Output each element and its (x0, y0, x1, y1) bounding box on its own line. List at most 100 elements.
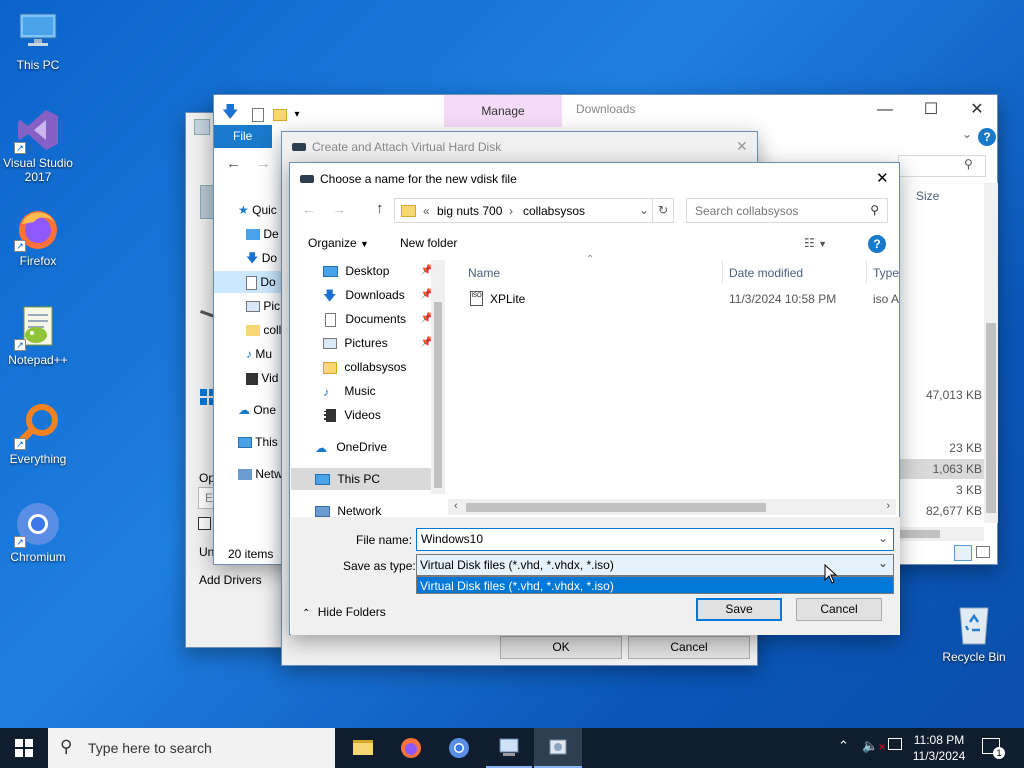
expand-ribbon-icon[interactable]: ⌄ (962, 127, 972, 141)
save-as-type-chevron-icon[interactable]: ⌄ (878, 556, 888, 570)
back-button[interactable]: ← (226, 155, 241, 172)
desktop-icon-chromium[interactable]: ↗ Chromium (0, 500, 76, 564)
customize-toolbar-icon[interactable]: ▾ (294, 109, 299, 120)
manage-tab[interactable]: Manage (444, 95, 562, 127)
show-hidden-icons[interactable]: ⌃ (838, 738, 849, 754)
taskbar-disk-management[interactable] (486, 728, 532, 768)
column-header-date[interactable]: Date modified (729, 266, 803, 280)
attach-dialog-close-icon[interactable]: ✕ (736, 138, 748, 155)
save-dialog-title: Choose a name for the new vdisk file (320, 172, 517, 186)
volume-muted-icon[interactable]: 🔈✕ (862, 738, 886, 754)
maximize-button[interactable]: ☐ (908, 95, 954, 125)
address-bar[interactable]: « big nuts 700 › collabsysos ⌄ (394, 198, 674, 223)
action-center-button[interactable]: 1 (982, 738, 1005, 759)
column-header-name[interactable]: Name (468, 266, 500, 280)
checkbox-properties-icon[interactable] (251, 107, 264, 122)
nav-item-this-pc[interactable]: This PC (291, 468, 431, 490)
column-header-type[interactable]: Type (873, 266, 899, 280)
down-arrow-icon[interactable]: 🡇 (222, 101, 238, 128)
nav-item-videos[interactable]: Videos (323, 404, 381, 426)
explorer-horizontal-scrollbar[interactable] (900, 527, 984, 541)
hide-folders-button[interactable]: ⌃ Hide Folders (302, 605, 386, 619)
nav-pane-scrollbar[interactable] (431, 260, 445, 494)
forward-button[interactable]: → (256, 155, 271, 172)
explorer-vertical-scrollbar[interactable] (984, 183, 998, 523)
desktop-icon-recycle-bin[interactable]: Recycle Bin (936, 600, 1012, 664)
file-list: ⌃ Name Date modified Type ISO XPLite 11/… (448, 254, 900, 515)
file-name-dropdown-icon[interactable]: ⌄ (878, 531, 888, 545)
nav-quick-access[interactable]: ★ Quic (238, 199, 277, 221)
nav-item-pictures[interactable]: Pictures 📌 (323, 332, 433, 354)
save-as-type-select[interactable]: Virtual Disk files (*.vhd, *.vhdx, *.iso… (416, 554, 894, 576)
search-input[interactable]: Search collabsysos ⚲ (686, 198, 888, 223)
organize-button[interactable]: Organize ▼ (308, 236, 369, 250)
forward-button[interactable]: → (332, 201, 346, 217)
nav-collabsysos[interactable]: coll (246, 319, 281, 341)
file-list-horizontal-scrollbar[interactable]: ‹ › (448, 499, 896, 515)
close-button[interactable]: ✕ (954, 95, 1000, 125)
clock-time: 11:08 PM (913, 733, 965, 747)
desktop-icon-label: Recycle Bin (942, 650, 1006, 664)
nav-item-music[interactable]: ♪ Music (323, 380, 376, 402)
shortcut-arrow-icon: ↗ (14, 339, 26, 351)
nav-music[interactable]: ♪ Mu (246, 343, 272, 365)
attach-ok-button[interactable]: OK (500, 636, 622, 659)
attach-dialog-title: Create and Attach Virtual Hard Disk (312, 140, 502, 154)
network-status-icon[interactable] (888, 738, 902, 750)
taskbar-chromium[interactable] (436, 728, 482, 768)
nav-pictures[interactable]: Pic (246, 295, 280, 317)
minimize-button[interactable]: — (862, 95, 908, 125)
nav-item-desktop[interactable]: Desktop 📌 (323, 260, 433, 282)
up-button[interactable]: ↑ (376, 200, 384, 217)
behind-dialog-checkbox[interactable] (198, 517, 211, 530)
desktop-icon-this-pc[interactable]: This PC (0, 8, 76, 72)
view-options-icon[interactable]: ☷ ▼ (804, 236, 827, 250)
folder-icon[interactable] (273, 108, 288, 121)
breadcrumb-overflow[interactable]: « (423, 204, 430, 218)
file-row[interactable]: ISO XPLite 11/3/2024 10:58 PM iso A (462, 288, 900, 310)
nav-network[interactable]: Netw (238, 463, 283, 485)
desktop-icon-firefox[interactable]: ↗ Firefox (0, 204, 76, 268)
save-as-type-option[interactable]: Virtual Disk files (*.vhd, *.vhdx, *.iso… (416, 576, 894, 594)
nav-desktop[interactable]: De (246, 223, 279, 245)
taskbar-vhd-tool[interactable] (534, 728, 582, 768)
add-drivers-link[interactable]: Add Drivers (199, 573, 262, 587)
nav-item-onedrive[interactable]: ☁ OneDrive (315, 436, 387, 458)
desktop-icon-visual-studio[interactable]: ↗ Visual Studio 2017 (0, 106, 76, 184)
new-folder-button[interactable]: New folder (400, 236, 457, 250)
nav-item-documents[interactable]: Documents 📌 (323, 308, 433, 330)
start-button[interactable] (0, 728, 48, 768)
nav-onedrive[interactable]: ☁ One (238, 399, 276, 421)
taskbar-file-explorer[interactable] (340, 728, 386, 768)
details-view-icon[interactable] (954, 545, 972, 561)
breadcrumb-current[interactable]: collabsysos (523, 204, 585, 218)
taskbar-firefox[interactable] (388, 728, 434, 768)
back-button[interactable]: ← (302, 201, 316, 217)
refresh-button[interactable]: ↻ (652, 198, 674, 223)
file-type: iso A (873, 292, 900, 306)
breadcrumb-parent[interactable]: big nuts 700 (437, 204, 502, 218)
close-icon[interactable]: ✕ (876, 169, 889, 187)
file-tab[interactable]: File (214, 125, 272, 148)
explorer-search-box[interactable] (898, 155, 986, 177)
document-icon (325, 312, 336, 327)
desktop-icon-everything[interactable]: ↗ Everything (0, 402, 76, 466)
save-button[interactable]: Save (696, 598, 782, 621)
attach-cancel-button[interactable]: Cancel (628, 636, 750, 659)
explorer-size-cell: 1,063 KB (932, 462, 982, 476)
nav-this-pc[interactable]: This (238, 431, 278, 453)
nav-item-downloads[interactable]: 🡇 Downloads 📌 (323, 284, 433, 306)
clock[interactable]: 11:08 PM 11/3/2024 (904, 732, 974, 764)
help-icon[interactable]: ? (978, 128, 996, 146)
large-icons-view-icon[interactable] (976, 546, 990, 558)
desktop-icon-notepadpp[interactable]: ↗ Notepad++ (0, 303, 76, 367)
size-column-header[interactable]: Size (916, 189, 939, 203)
file-name-input[interactable]: Windows10 (416, 528, 894, 551)
nav-videos[interactable]: Vid (246, 367, 278, 389)
help-icon[interactable]: ? (868, 235, 886, 253)
nav-item-collabsysos[interactable]: collabsysos (323, 356, 406, 378)
cancel-button[interactable]: Cancel (796, 598, 882, 621)
chevron-down-icon[interactable]: ⌄ (639, 203, 649, 217)
taskbar-search-box[interactable]: ⚲ Type here to search (48, 728, 335, 768)
nav-downloads[interactable]: 🡇 Do (246, 247, 277, 269)
